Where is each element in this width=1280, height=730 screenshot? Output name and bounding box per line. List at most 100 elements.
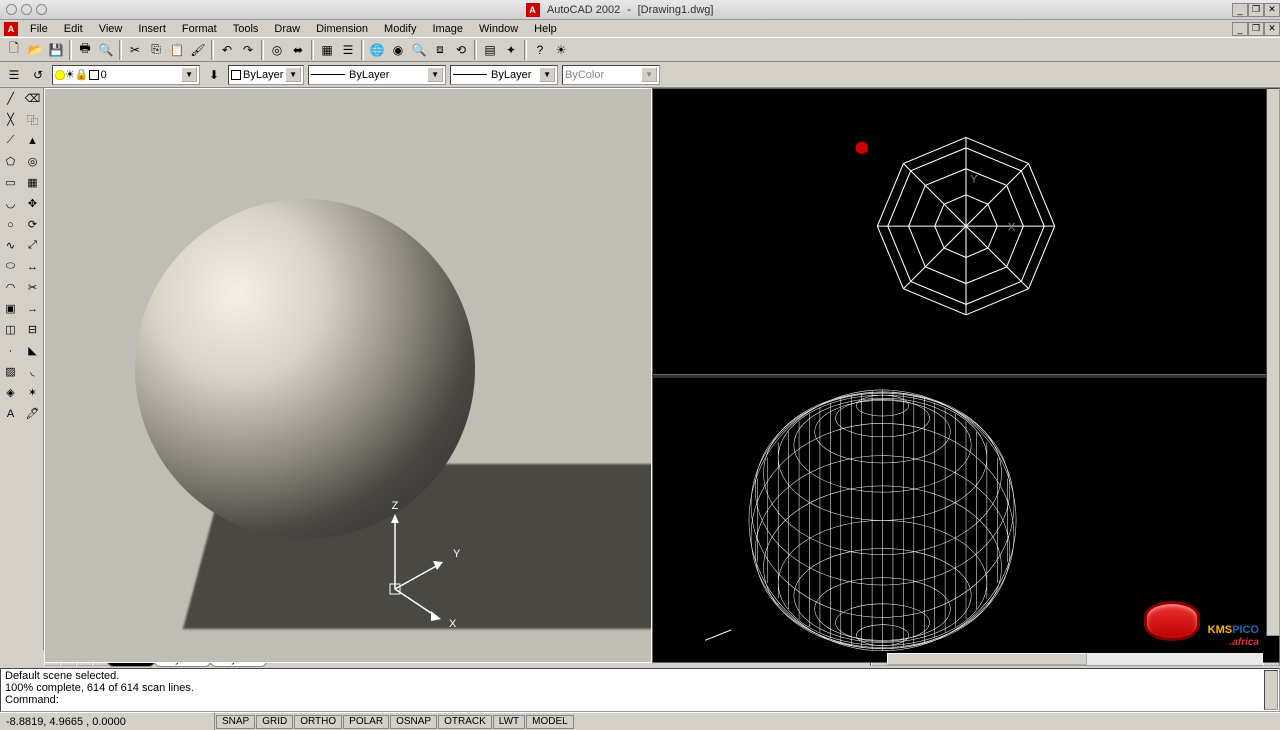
make-block-icon[interactable]: ◫ bbox=[0, 319, 21, 340]
help-icon[interactable]: ? bbox=[530, 40, 550, 60]
menu-window[interactable]: Window bbox=[471, 23, 526, 35]
break-icon[interactable]: ⊟ bbox=[22, 319, 43, 340]
move-icon[interactable]: ✥ bbox=[22, 193, 43, 214]
osnap-toggle[interactable]: OSNAP bbox=[390, 715, 437, 729]
point-icon[interactable]: · bbox=[0, 340, 21, 361]
coordinate-display[interactable]: -8.8819, 4.9665 , 0.0000 bbox=[0, 713, 215, 730]
vertical-scrollbar[interactable] bbox=[1266, 88, 1280, 636]
ellipse-arc-icon[interactable]: ◠ bbox=[0, 277, 21, 298]
command-prompt[interactable]: Command: bbox=[5, 694, 1275, 706]
offset-icon[interactable]: ◎ bbox=[22, 151, 43, 172]
region-icon[interactable]: ◈ bbox=[0, 382, 21, 403]
menu-modify[interactable]: Modify bbox=[376, 23, 424, 35]
model-toggle[interactable]: MODEL bbox=[526, 715, 574, 729]
maximize-icon[interactable]: ❐ bbox=[1248, 22, 1264, 36]
minimize-icon[interactable]: _ bbox=[1232, 22, 1248, 36]
zoom-previous-icon[interactable]: ⟲ bbox=[451, 40, 471, 60]
named-views-icon[interactable]: ◉ bbox=[388, 40, 408, 60]
viewport-rendered[interactable]: Z Y X bbox=[44, 88, 652, 663]
plotstyle-dropdown[interactable]: ByColor bbox=[562, 65, 660, 85]
close-icon[interactable]: ✕ bbox=[1264, 22, 1280, 36]
print-icon[interactable]: 🖶 bbox=[75, 40, 95, 60]
erase-icon[interactable]: ⌫ bbox=[22, 88, 43, 109]
open-icon[interactable]: 📂 bbox=[25, 40, 45, 60]
menu-help[interactable]: Help bbox=[526, 23, 565, 35]
render-icon[interactable]: ✦ bbox=[501, 40, 521, 60]
mdi-close-icon[interactable]: ✕ bbox=[1264, 3, 1280, 17]
stretch-icon[interactable]: ↔ bbox=[22, 256, 43, 277]
trim-icon[interactable]: ✂ bbox=[22, 277, 43, 298]
polygon-icon[interactable]: ⬠ bbox=[0, 151, 21, 172]
zoom-realtime-icon[interactable]: 🔍 bbox=[409, 40, 429, 60]
lwt-toggle[interactable]: LWT bbox=[493, 715, 525, 729]
mtext-icon[interactable]: A bbox=[0, 403, 21, 424]
cut-icon[interactable]: ✂ bbox=[125, 40, 145, 60]
make-layer-current-icon[interactable]: ⬇ bbox=[204, 65, 224, 85]
explode-icon[interactable]: ✶ bbox=[22, 382, 43, 403]
xline-icon[interactable]: ╳ bbox=[0, 109, 21, 130]
menu-tools[interactable]: Tools bbox=[225, 23, 267, 35]
copy-icon[interactable]: ⎘ bbox=[146, 40, 166, 60]
ortho-toggle[interactable]: ORTHO bbox=[294, 715, 342, 729]
command-window[interactable]: Default scene selected. 100% complete, 6… bbox=[0, 668, 1280, 712]
menu-draw[interactable]: Draw bbox=[266, 23, 308, 35]
scale-icon[interactable]: ⤢ bbox=[22, 235, 43, 256]
polar-toggle[interactable]: POLAR bbox=[343, 715, 389, 729]
layer-manager-icon[interactable]: ☰ bbox=[4, 65, 24, 85]
match-properties-icon[interactable]: 🖌 bbox=[188, 40, 208, 60]
horizontal-scrollbar[interactable]: ◀ ▶ bbox=[870, 652, 1280, 666]
insert-block-icon[interactable]: ▣ bbox=[0, 298, 21, 319]
rotate-icon[interactable]: ⟳ bbox=[22, 214, 43, 235]
circle-icon[interactable]: ○ bbox=[0, 214, 21, 235]
viewport-iso-wireframe[interactable]: KMSPICO .africa bbox=[652, 375, 1280, 664]
temppoint-icon[interactable]: ◎ bbox=[267, 40, 287, 60]
pline-icon[interactable]: ⟋ bbox=[0, 130, 21, 151]
menu-edit[interactable]: Edit bbox=[56, 23, 91, 35]
fillet-icon[interactable]: ◟ bbox=[22, 361, 43, 382]
viewport-top-wireframe[interactable]: Y X bbox=[652, 88, 1280, 375]
hatch-icon[interactable]: ▨ bbox=[0, 361, 21, 382]
menu-file[interactable]: File bbox=[22, 23, 56, 35]
linetype-dropdown[interactable]: ByLayer bbox=[308, 65, 446, 85]
undo-icon[interactable]: ↶ bbox=[217, 40, 237, 60]
command-scrollbar[interactable] bbox=[1264, 670, 1278, 710]
menu-image[interactable]: Image bbox=[424, 23, 471, 35]
adcenter-icon[interactable]: ▦ bbox=[317, 40, 337, 60]
ucs-tool-icon[interactable]: 🌐 bbox=[367, 40, 387, 60]
redo-icon[interactable]: ↷ bbox=[238, 40, 258, 60]
print-preview-icon[interactable]: 🔍 bbox=[96, 40, 116, 60]
mdi-minimize-icon[interactable]: _ bbox=[1232, 3, 1248, 17]
dbconnect-icon[interactable]: ▤ bbox=[480, 40, 500, 60]
zoom-window-icon[interactable]: ⧈ bbox=[430, 40, 450, 60]
pan-icon[interactable]: ⬌ bbox=[288, 40, 308, 60]
rectangle-icon[interactable]: ▭ bbox=[0, 172, 21, 193]
spline-icon[interactable]: ∿ bbox=[0, 235, 21, 256]
lineweight-dropdown[interactable]: ByLayer bbox=[450, 65, 558, 85]
paint-icon[interactable]: 🖊 bbox=[22, 403, 43, 424]
menu-dimension[interactable]: Dimension bbox=[308, 23, 376, 35]
properties-icon[interactable]: ☰ bbox=[338, 40, 358, 60]
mirror-icon[interactable]: ▲ bbox=[22, 130, 43, 151]
otrack-toggle[interactable]: OTRACK bbox=[438, 715, 492, 729]
arc-icon[interactable]: ◡ bbox=[0, 193, 21, 214]
copy-object-icon[interactable]: ⿻ bbox=[22, 109, 43, 130]
paste-icon[interactable]: 📋 bbox=[167, 40, 187, 60]
menu-format[interactable]: Format bbox=[174, 23, 225, 35]
menu-insert[interactable]: Insert bbox=[130, 23, 174, 35]
snap-toggle[interactable]: SNAP bbox=[216, 715, 255, 729]
grid-toggle[interactable]: GRID bbox=[256, 715, 293, 729]
new-icon[interactable]: 🗋 bbox=[4, 40, 24, 60]
line-icon[interactable]: ╱ bbox=[0, 88, 21, 109]
layer-dropdown[interactable]: ☀ 🔒 0 bbox=[52, 65, 200, 85]
save-icon[interactable]: 💾 bbox=[46, 40, 66, 60]
menu-view[interactable]: View bbox=[91, 23, 131, 35]
ellipse-icon[interactable]: ⬭ bbox=[0, 256, 21, 277]
color-dropdown[interactable]: ByLayer bbox=[228, 65, 304, 85]
today-icon[interactable]: ☀ bbox=[551, 40, 571, 60]
app-menu-icon[interactable]: A bbox=[4, 22, 18, 36]
mdi-restore-icon[interactable]: ❐ bbox=[1248, 3, 1264, 17]
layer-previous-icon[interactable]: ↺ bbox=[28, 65, 48, 85]
extend-icon[interactable]: → bbox=[22, 298, 43, 319]
chamfer-icon[interactable]: ◣ bbox=[22, 340, 43, 361]
array-icon[interactable]: ▦ bbox=[22, 172, 43, 193]
